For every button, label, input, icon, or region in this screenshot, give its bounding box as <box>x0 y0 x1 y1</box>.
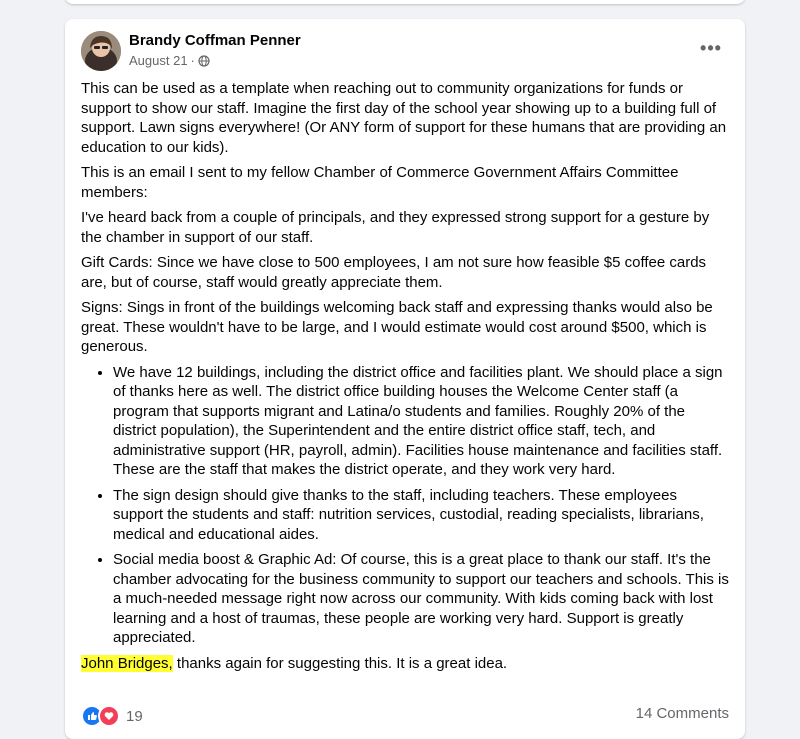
post-bullet-list: We have 12 buildings, including the dist… <box>81 363 731 648</box>
globe-icon <box>198 54 210 67</box>
closing-text: thanks again for suggesting this. It is … <box>172 654 508 672</box>
mention-link[interactable]: John Bridges, <box>81 654 173 672</box>
closing-paragraph: John Bridges, thanks again for suggestin… <box>81 654 731 674</box>
meta-separator: · <box>190 53 195 68</box>
post-meta: August 21 · <box>129 53 210 68</box>
post-card: Brandy Coffman Penner August 21 · ••• Th… <box>65 19 745 739</box>
love-reaction-icon <box>98 705 120 727</box>
reaction-count: 19 <box>126 707 143 725</box>
author-avatar[interactable] <box>81 31 121 71</box>
reactions-summary[interactable]: 19 <box>81 705 143 727</box>
more-options-icon[interactable]: ••• <box>693 35 729 61</box>
comments-count-link[interactable]: 14 Comments <box>636 705 729 722</box>
post-paragraph: Gift Cards: Since we have close to 500 e… <box>81 254 707 291</box>
bullet-item: We have 12 buildings, including the dist… <box>113 363 731 480</box>
post-paragraph: I've heard back from a couple of princip… <box>81 209 710 246</box>
bullet-item: Social media boost & Graphic Ad: Of cour… <box>113 550 731 648</box>
post-date[interactable]: August 21 <box>129 53 188 68</box>
post-paragraph: This is an email I sent to my fellow Cha… <box>81 164 679 201</box>
author-name[interactable]: Brandy Coffman Penner <box>129 32 301 49</box>
bullet-item: The sign design should give thanks to th… <box>113 486 731 545</box>
post-paragraph: Signs: Sings in front of the buildings w… <box>81 299 713 355</box>
post-paragraph: This can be used as a template when reac… <box>81 80 727 156</box>
post-body: This can be used as a template when reac… <box>81 79 731 679</box>
previous-post-card <box>65 0 745 4</box>
